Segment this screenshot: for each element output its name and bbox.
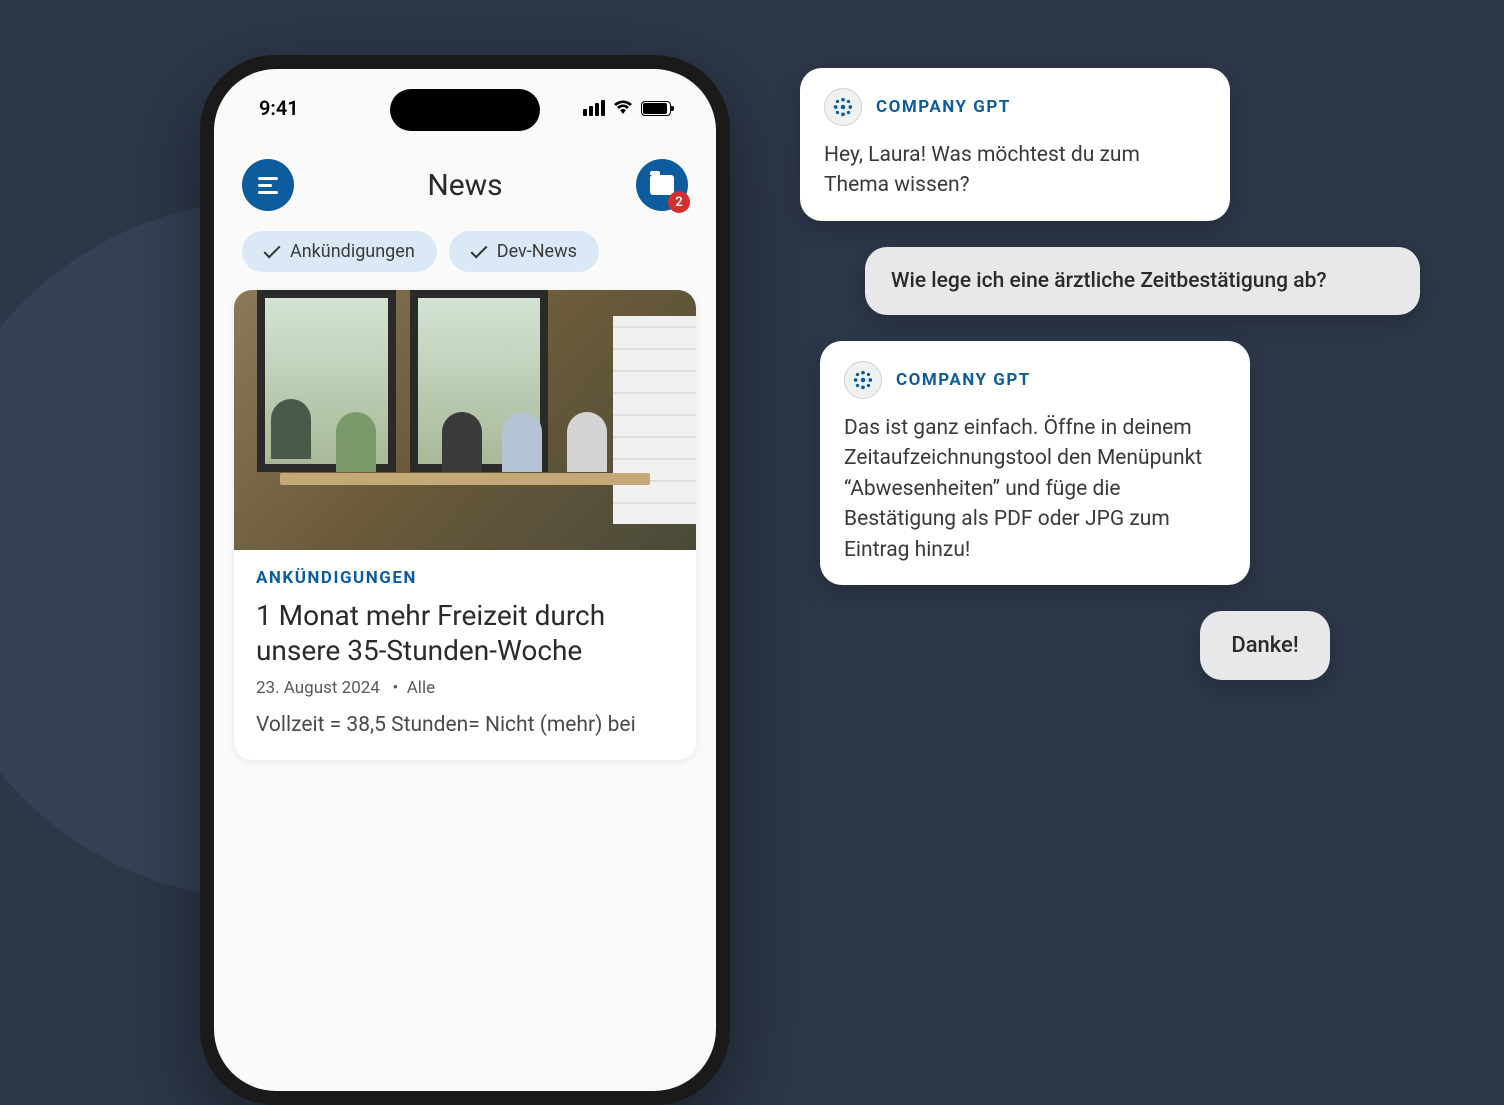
status-time: 9:41 [259, 96, 299, 120]
chip-label: Ankündigungen [290, 241, 415, 262]
chip-ankuendigungen[interactable]: Ankündigungen [242, 231, 437, 272]
card-title: 1 Monat mehr Freizeit durch unsere 35-St… [256, 598, 674, 668]
check-icon [470, 241, 487, 258]
wifi-icon [613, 100, 633, 116]
bot-text: Hey, Laura! Was möchtest du zum Thema wi… [824, 140, 1206, 201]
notification-badge: 2 [668, 191, 690, 213]
card-body: ANKÜNDIGUNGEN 1 Monat mehr Freizeit durc… [234, 550, 696, 760]
bot-header: COMPANY GPT [844, 361, 1226, 399]
folder-icon [650, 175, 674, 195]
battery-icon [641, 101, 671, 116]
card-image [234, 290, 696, 550]
card-excerpt: Vollzeit = 38,5 Stunden= Nicht (mehr) be… [256, 710, 674, 742]
bot-avatar-icon [824, 88, 862, 126]
card-category: ANKÜNDIGUNGEN [256, 568, 674, 588]
menu-button[interactable] [242, 159, 294, 211]
folder-button[interactable]: 2 [636, 159, 688, 211]
user-message: Wie lege ich eine ärztliche Zeitbestätig… [865, 247, 1420, 315]
card-audience: Alle [407, 678, 435, 698]
status-icons [583, 100, 671, 116]
bot-message: COMPANY GPT Hey, Laura! Was möchtest du … [800, 68, 1230, 221]
phone-screen: 9:41 News 2 Ankündigungen [214, 69, 716, 1091]
user-message: Danke! [1200, 611, 1330, 680]
app-header: News 2 [214, 129, 716, 231]
chip-label: Dev-News [497, 241, 577, 262]
bot-name: COMPANY GPT [896, 370, 1031, 390]
user-text: Danke! [1231, 633, 1298, 658]
card-meta: 23. August 2024 • Alle [256, 678, 674, 698]
chat-area: COMPANY GPT Hey, Laura! Was möchtest du … [800, 68, 1440, 706]
menu-icon [258, 177, 278, 194]
card-date: 23. August 2024 [256, 678, 380, 698]
check-icon [264, 241, 281, 258]
filter-chips: Ankündigungen Dev-News [214, 231, 716, 290]
dynamic-island [390, 89, 540, 131]
phone-frame: 9:41 News 2 Ankündigungen [200, 55, 730, 1105]
news-card[interactable]: ANKÜNDIGUNGEN 1 Monat mehr Freizeit durc… [234, 290, 696, 760]
bot-header: COMPANY GPT [824, 88, 1206, 126]
user-text: Wie lege ich eine ärztliche Zeitbestätig… [891, 269, 1327, 293]
signal-icon [583, 100, 605, 116]
page-title: News [427, 168, 502, 203]
bot-text: Das ist ganz einfach. Öffne in deinem Ze… [844, 413, 1226, 565]
bot-name: COMPANY GPT [876, 97, 1011, 117]
bot-message: COMPANY GPT Das ist ganz einfach. Öffne … [820, 341, 1250, 585]
chip-dev-news[interactable]: Dev-News [449, 231, 599, 272]
bot-avatar-icon [844, 361, 882, 399]
